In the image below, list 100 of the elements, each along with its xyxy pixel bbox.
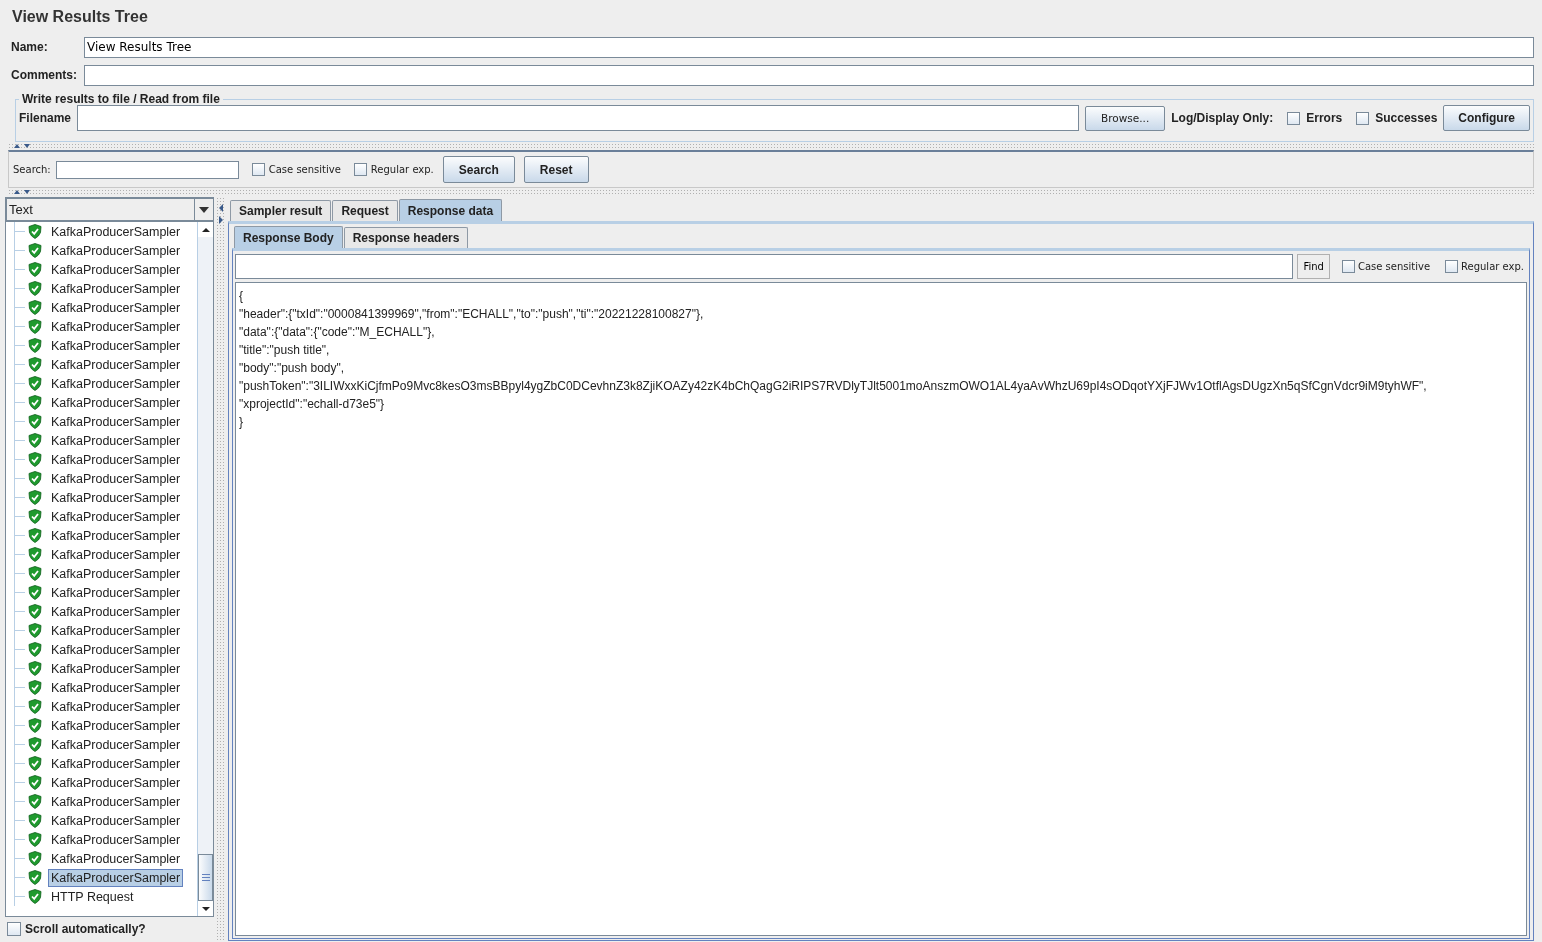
tree-item[interactable]: KafkaProducerSampler (48, 431, 184, 450)
tree-item[interactable]: KafkaProducerSampler (48, 545, 184, 564)
tree-item[interactable]: KafkaProducerSampler (48, 336, 184, 355)
search-field[interactable] (55, 160, 239, 179)
success-shield-icon (28, 794, 42, 809)
tree-item[interactable]: KafkaProducerSampler (48, 716, 184, 735)
success-shield-icon (28, 623, 42, 638)
success-shield-icon (28, 357, 42, 372)
comments-field[interactable] (84, 64, 1534, 86)
tree-item[interactable]: KafkaProducerSampler (48, 583, 184, 602)
checkbox-label: Scroll automatically? (25, 922, 146, 936)
success-shield-icon (28, 224, 42, 239)
expand-arrows-icon[interactable] (12, 143, 32, 149)
tree-item[interactable]: KafkaProducerSampler (48, 412, 184, 431)
search-button[interactable]: Search (442, 156, 515, 183)
tree-item[interactable]: KafkaProducerSampler (48, 260, 184, 279)
comments-label: Comments: (10, 68, 78, 82)
checkbox-label: Case sensitive (1357, 260, 1431, 272)
configure-button[interactable]: Configure (1443, 105, 1530, 131)
success-shield-icon (28, 775, 42, 790)
tree-item[interactable]: KafkaProducerSampler (48, 393, 184, 412)
expand-arrows-icon[interactable] (12, 189, 32, 195)
find-button[interactable]: Find (1297, 253, 1330, 279)
checkbox[interactable] (353, 163, 367, 176)
checkbox[interactable] (251, 163, 265, 176)
browse-button[interactable]: Browse... (1084, 105, 1166, 131)
tree-item[interactable]: KafkaProducerSampler (48, 317, 184, 336)
tree-item[interactable]: KafkaProducerSampler (48, 279, 184, 298)
success-shield-icon (28, 281, 42, 296)
tree-item[interactable]: KafkaProducerSampler (48, 773, 184, 792)
tree-item[interactable]: KafkaProducerSampler (48, 298, 184, 317)
success-shield-icon (28, 661, 42, 676)
tree-item[interactable]: KafkaProducerSampler (48, 241, 184, 260)
tree-item[interactable]: KafkaProducerSampler (48, 564, 184, 583)
success-shield-icon (28, 604, 42, 619)
tree-item[interactable]: KafkaProducerSampler (48, 507, 184, 526)
tree-item[interactable]: KafkaProducerSampler (48, 849, 184, 868)
success-shield-icon (28, 262, 42, 277)
response-line: "pushToken":"3ILIWxxKiCjfmPo9Mvc8kesO3msBBpyl4ygZbC0DCevhnZ3k8ZjiKOAZy42zK4bChQagG2iRIPS7RVDlyTJlt5001moAnszmOWO1AL4yaAvWhzU69pI4sODqotYXjFJWv1OtflAgsDUgzXn5qSfCgnVdcr9iM9tyhWF", (239, 378, 1428, 395)
tab[interactable]: Request (332, 200, 398, 221)
success-shield-icon (28, 718, 42, 733)
scroll-down-arrow-icon[interactable] (200, 905, 211, 912)
tree-item[interactable]: KafkaProducerSampler (48, 697, 184, 716)
checkbox[interactable] (1287, 111, 1301, 125)
tree-item[interactable]: KafkaProducerSampler (48, 469, 184, 488)
tree-item[interactable]: KafkaProducerSampler (48, 488, 184, 507)
tree-item[interactable]: KafkaProducerSampler (48, 868, 184, 887)
success-shield-icon (28, 547, 42, 562)
success-shield-icon (28, 699, 42, 714)
group-legend: Write results to file / Read from file (19, 92, 223, 106)
response-line: "title":"push title", (239, 342, 331, 359)
success-shield-icon (28, 433, 42, 448)
name-field[interactable]: View Results Tree (84, 36, 1534, 58)
success-shield-icon (28, 243, 42, 258)
tree-item[interactable]: KafkaProducerSampler (48, 678, 184, 697)
filename-field[interactable] (77, 105, 1079, 131)
success-shield-icon (28, 889, 42, 904)
checkbox[interactable] (7, 922, 21, 936)
tree-item[interactable]: KafkaProducerSampler (48, 792, 184, 811)
tree-item[interactable]: KafkaProducerSampler (48, 602, 184, 621)
renderer-dropdown[interactable]: Text (5, 197, 214, 221)
tab[interactable]: Sampler result (230, 200, 332, 221)
scroll-up-arrow-icon[interactable] (200, 226, 211, 233)
response-line: "xprojectId":"echall-d73e5"} (239, 396, 386, 413)
success-shield-icon (28, 642, 42, 657)
checkbox[interactable] (1341, 259, 1355, 273)
vertical-scrollbar[interactable] (197, 222, 213, 916)
success-shield-icon (28, 490, 42, 505)
checkbox-label: Errors (1306, 111, 1343, 125)
response-line: "body":"push body", (239, 360, 346, 377)
tree-item[interactable]: KafkaProducerSampler (48, 830, 184, 849)
tree-item[interactable]: KafkaProducerSampler (48, 374, 184, 393)
tab[interactable]: Response headers (343, 227, 469, 248)
reset-button[interactable]: Reset (523, 156, 589, 183)
checkbox-label: Case sensitive (268, 164, 341, 175)
tab[interactable]: Response Body (234, 226, 343, 248)
tree-item[interactable]: KafkaProducerSampler (48, 621, 184, 640)
find-field[interactable] (235, 253, 1294, 279)
checkbox-label: Successes (1375, 111, 1438, 125)
checkbox[interactable] (1445, 259, 1459, 273)
tree-item[interactable]: KafkaProducerSampler (48, 811, 184, 830)
tree-item[interactable]: KafkaProducerSampler (48, 355, 184, 374)
response-line: } (239, 414, 244, 431)
checkbox[interactable] (1356, 111, 1370, 125)
tree-item[interactable]: KafkaProducerSampler (48, 526, 184, 545)
success-shield-icon (28, 870, 42, 885)
response-line: "header":{"txId":"0000841399969","from":"ECHALL","to":"push","ti":"20221228100827"}, (239, 306, 705, 323)
tree-item[interactable]: HTTP Request (48, 887, 137, 906)
success-shield-icon (28, 585, 42, 600)
tree-item[interactable]: KafkaProducerSampler (48, 754, 184, 773)
tree-item[interactable]: KafkaProducerSampler (48, 659, 184, 678)
tree-item[interactable]: KafkaProducerSampler (48, 222, 184, 241)
success-shield-icon (28, 528, 42, 543)
success-shield-icon (28, 851, 42, 866)
tree-item[interactable]: KafkaProducerSampler (48, 640, 184, 659)
tab[interactable]: Response data (398, 199, 503, 221)
success-shield-icon (28, 680, 42, 695)
collapse-arrows-icon[interactable] (218, 203, 224, 225)
tree-item[interactable]: KafkaProducerSampler (48, 735, 184, 754)
tree-item[interactable]: KafkaProducerSampler (48, 450, 184, 469)
